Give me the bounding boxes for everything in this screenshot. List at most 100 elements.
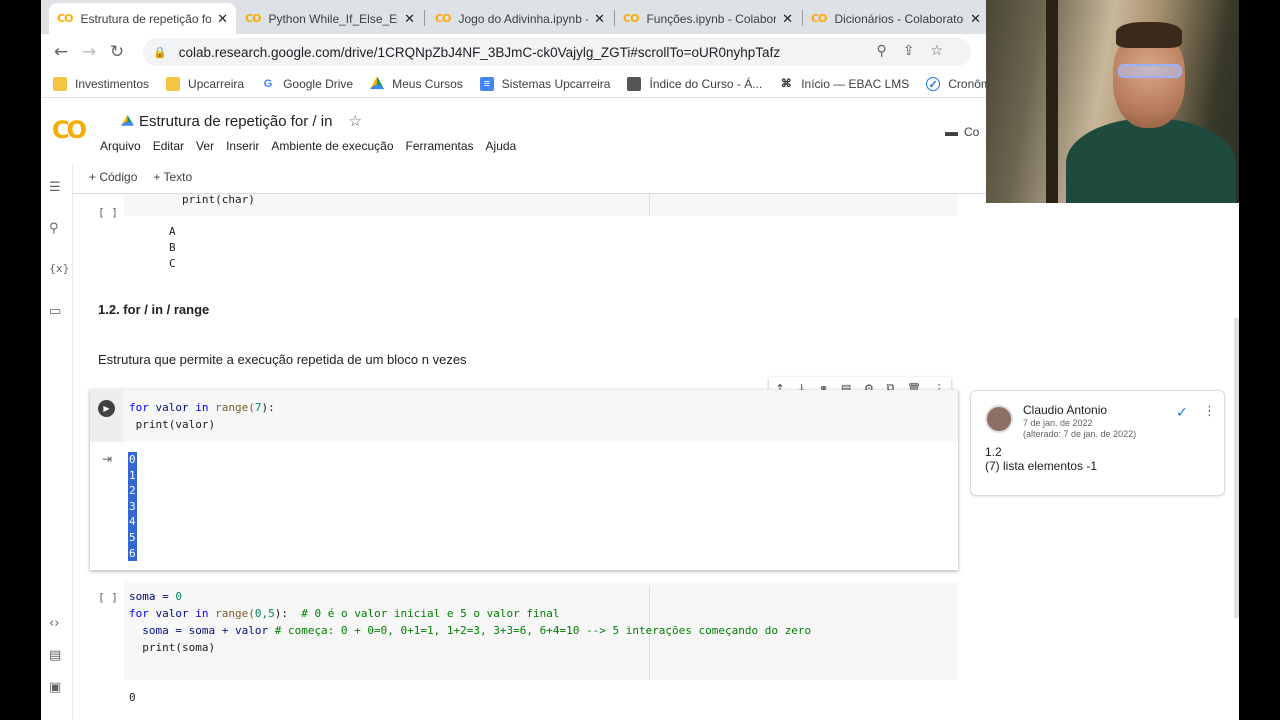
webcam-overlay [986, 0, 1239, 203]
comment-author: Claudio Antonio [1023, 403, 1108, 417]
menu-arquivo[interactable]: Arquivo [100, 139, 141, 153]
star-icon[interactable]: ☆ [348, 112, 361, 130]
drive-icon [370, 76, 385, 90]
menu-bar: Arquivo Editar Ver Inserir Ambiente de e… [100, 139, 528, 153]
output-line: 1 [128, 467, 137, 484]
colab-favicon: CO [245, 12, 261, 25]
next-code-line-1: soma = 0 [129, 590, 182, 603]
site-icon [627, 76, 642, 91]
code-line-1: for valor in range(7): [129, 401, 275, 414]
colab-favicon: CO [435, 12, 451, 25]
lock-icon: 🔒 [153, 46, 167, 59]
avatar [985, 405, 1013, 433]
resolve-check-icon[interactable]: ✓ [1176, 405, 1188, 421]
omnibox-action-icons[interactable]: ⚲⇪☆ [876, 43, 959, 59]
next-run-bracket[interactable]: [ ] [98, 591, 118, 604]
menu-ferramentas[interactable]: Ferramentas [406, 139, 474, 153]
comment-date: 7 de jan. de 2022 (alterado: 7 de jan. de… [1023, 418, 1137, 439]
prev-code: print(char) [182, 194, 255, 206]
close-icon[interactable]: ✕ [404, 11, 415, 27]
output-icon[interactable]: ⇥ [102, 452, 112, 466]
output-area: 0 1 2 3 4 5 6 [128, 452, 137, 562]
omnibox[interactable]: 🔒 colab.research.google.com/drive/1CRQNp… [143, 38, 971, 66]
bookmark-indice-curso[interactable]: Índice do Curso - Á... [627, 76, 762, 91]
forward-arrow-icon[interactable]: → [75, 42, 103, 62]
tab-python-while[interactable]: CO Python While_If_Else_Elif ✕ [237, 3, 423, 34]
next-code-line-4: print(soma) [129, 641, 216, 654]
menu-editar[interactable]: Editar [153, 139, 184, 153]
tab-dicionarios[interactable]: CO Dicionários - Colaborator ✕ [803, 3, 989, 34]
search-icon[interactable]: ⚲ [49, 221, 59, 236]
code-snippets-icon[interactable]: ‹› [49, 616, 59, 631]
left-sidebar: ☰ ⚲ {x} ▭ ‹› ▤ ▣ [41, 164, 73, 720]
reload-icon[interactable]: ↻ [103, 42, 131, 62]
google-icon: G [263, 77, 273, 90]
prev-run-bracket[interactable]: [ ] [98, 206, 118, 219]
bookmark-meus-cursos[interactable]: Meus Cursos [370, 76, 463, 91]
more-options-icon[interactable]: ⋮ [1203, 404, 1216, 419]
person-hair [1116, 22, 1182, 48]
comment-body: 1.2 (7) lista elementos -1 [985, 445, 1098, 473]
next-code-line-3: soma = soma + valor # começa: 0 + 0=0, 0… [129, 624, 812, 637]
run-button[interactable]: ▶ [98, 400, 115, 417]
add-code-button[interactable]: + Código [89, 170, 137, 184]
notebook-content: print(char) [ ] A B C 1.2. for / in / ra… [74, 194, 1239, 720]
back-arrow-icon[interactable]: ← [47, 42, 75, 62]
prev-output-b: B [169, 241, 176, 254]
command-palette-icon[interactable]: ▤ [49, 648, 61, 663]
stopwatch-icon: ✓ [926, 76, 941, 91]
prev-output-a: A [169, 225, 176, 238]
drive-icon [121, 115, 134, 126]
folder-icon [53, 76, 67, 91]
menu-ambiente[interactable]: Ambiente de execução [271, 139, 393, 153]
colab-favicon: CO [811, 12, 827, 25]
menu-ver[interactable]: Ver [196, 139, 214, 153]
output-line: 6 [128, 545, 137, 562]
url-text: colab.research.google.com/drive/1CRQNpZb… [178, 44, 781, 60]
tab-funcoes[interactable]: CO Funções.ipynb - Colabora ✕ [615, 3, 801, 34]
comment-icon: ▬ [945, 124, 958, 139]
close-icon[interactable]: ✕ [594, 11, 605, 27]
bookmark-upcarreira[interactable]: Upcarreira [166, 76, 244, 91]
add-text-button[interactable]: + Texto [153, 170, 192, 184]
output-line: 3 [128, 498, 137, 515]
bookmark-google-drive[interactable]: G Google Drive [261, 77, 353, 91]
section-description: Estrutura que permite a execução repetid… [98, 352, 467, 367]
output-line: 0 [128, 452, 137, 468]
output-line: 5 [128, 529, 137, 546]
code-line-2: print(valor) [129, 418, 216, 431]
comment-button[interactable]: ▬ Co [945, 124, 979, 139]
tab-jogo-adivinha[interactable]: CO Jogo do Adivinha.ipynb - ✕ [427, 3, 613, 34]
comment-card[interactable]: Claudio Antonio 7 de jan. de 2022 (altera… [970, 390, 1225, 496]
section-heading: 1.2. for / in / range [98, 302, 210, 317]
close-icon[interactable]: ✕ [782, 11, 793, 27]
notebook-title[interactable]: Estrutura de repetição for / in ☆ [121, 112, 362, 130]
ebac-icon: ⌘ [780, 77, 792, 90]
bookmark-ebac-lms[interactable]: ⌘ Início — EBAC LMS [779, 77, 910, 91]
close-icon[interactable]: ✕ [970, 11, 981, 27]
folder-icon [166, 76, 181, 91]
person-shirt [1066, 118, 1236, 203]
tab-estrutura[interactable]: CO Estrutura de repetição for ✕ [49, 3, 236, 34]
variables-icon[interactable]: {x} [49, 262, 70, 275]
person-glasses [1118, 64, 1182, 78]
menu-ajuda[interactable]: Ajuda [486, 139, 517, 153]
colab-logo[interactable]: CO [52, 116, 87, 144]
close-icon[interactable]: ✕ [217, 11, 228, 27]
scrollbar[interactable] [1234, 318, 1239, 618]
terminal-icon[interactable]: ▣ [49, 680, 61, 695]
output-line: 2 [128, 483, 137, 499]
folder-icon[interactable]: ▭ [49, 304, 61, 319]
toc-icon[interactable]: ☰ [49, 180, 61, 195]
next-output: 0 [129, 691, 136, 704]
bookshelf [1046, 0, 1058, 203]
bookmark-sistemas-upcarreira[interactable]: ≡ Sistemas Upcarreira [479, 76, 610, 91]
colab-favicon: CO [57, 12, 73, 25]
menu-inserir[interactable]: Inserir [226, 139, 259, 153]
colab-favicon: CO [623, 12, 639, 25]
active-code-cell[interactable]: ▶ for valor in range(7): print(valor) ⇥ … [90, 390, 958, 570]
bookmark-investimentos[interactable]: Investimentos [53, 76, 149, 91]
doc-icon: ≡ [479, 76, 494, 91]
notebook-toolbar: + Código + Texto [89, 170, 208, 184]
next-code-line-2: for valor in range(0,5): # 0 é o valor i… [129, 607, 560, 620]
